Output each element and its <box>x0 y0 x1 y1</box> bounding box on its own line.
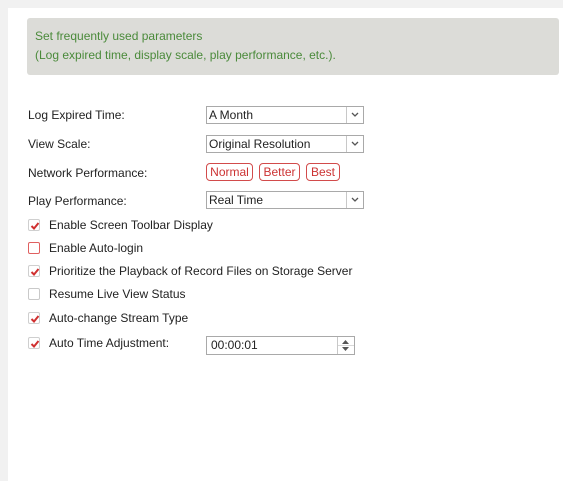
spinner-arrows-icon[interactable] <box>337 337 354 354</box>
prioritize-playback-label: Prioritize the Playback of Record Files … <box>49 264 353 278</box>
auto-change-stream-label: Auto-change Stream Type <box>49 311 189 325</box>
view-scale-label: View Scale: <box>28 137 91 151</box>
chevron-down-icon[interactable] <box>346 107 363 123</box>
view-scale-select[interactable]: Original Resolution <box>206 135 364 153</box>
toolbar-display-label: Enable Screen Toolbar Display <box>49 218 213 232</box>
play-performance-label: Play Performance: <box>28 194 127 208</box>
toolbar-display-checkbox[interactable] <box>28 219 40 231</box>
info-banner: Set frequently used parameters (Log expi… <box>27 18 559 75</box>
auto-time-adjustment-label: Auto Time Adjustment: <box>49 336 170 350</box>
chevron-down-icon[interactable] <box>346 136 363 152</box>
auto-time-input[interactable]: 00:00:01 <box>206 336 355 355</box>
auto-time-value: 00:00:01 <box>211 338 258 352</box>
network-better-button[interactable]: Better <box>259 163 300 181</box>
banner-line-1: Set frequently used parameters <box>35 29 203 43</box>
log-expired-label: Log Expired Time: <box>28 108 125 122</box>
auto-change-stream-checkbox[interactable] <box>28 312 40 324</box>
check-icon <box>30 315 40 323</box>
check-icon <box>30 222 40 230</box>
play-performance-select[interactable]: Real Time <box>206 191 364 209</box>
banner-line-2: (Log expired time, display scale, play p… <box>35 48 336 62</box>
log-expired-value: A Month <box>209 108 254 122</box>
network-normal-button[interactable]: Normal <box>206 163 253 181</box>
chevron-down-icon[interactable] <box>346 192 363 208</box>
play-performance-value: Real Time <box>209 193 264 207</box>
network-best-button[interactable]: Best <box>306 163 340 181</box>
spin-down-icon <box>342 347 349 351</box>
settings-panel: Set frequently used parameters (Log expi… <box>8 8 563 481</box>
prioritize-playback-checkbox[interactable] <box>28 265 40 277</box>
auto-login-checkbox[interactable] <box>28 242 40 254</box>
auto-login-label: Enable Auto-login <box>49 241 144 255</box>
auto-time-adjustment-checkbox[interactable] <box>28 337 40 349</box>
view-scale-value: Original Resolution <box>209 137 311 151</box>
spin-up-icon <box>342 340 349 344</box>
check-icon <box>30 340 40 348</box>
resume-live-view-label: Resume Live View Status <box>49 287 186 301</box>
resume-live-view-checkbox[interactable] <box>28 288 40 300</box>
network-performance-label: Network Performance: <box>28 166 148 180</box>
check-icon <box>30 268 40 276</box>
log-expired-select[interactable]: A Month <box>206 106 364 124</box>
